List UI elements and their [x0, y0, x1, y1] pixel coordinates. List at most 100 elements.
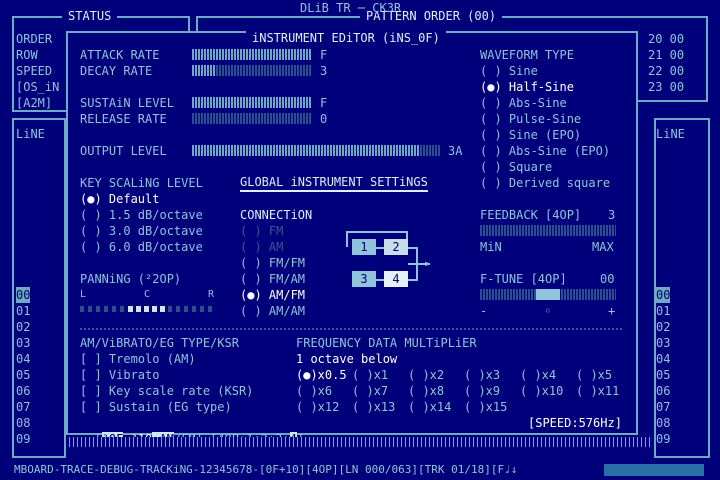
- sustain-level-label: SUSTAiN LEVEL: [80, 96, 174, 110]
- feedback-value: 3: [608, 208, 616, 222]
- right-line-number[interactable]: 06: [656, 383, 670, 399]
- status-row-order: ORDER: [16, 32, 53, 46]
- connection-radio[interactable]: (●) AM/FM: [240, 287, 305, 303]
- freq-mult-current: 1 octave below: [296, 352, 398, 366]
- key-scaling-radio[interactable]: ( ) 6.0 dB/octave: [80, 239, 203, 255]
- freq-mult-radio[interactable]: ( )x10: [520, 383, 563, 399]
- connection-radio[interactable]: ( ) FM/FM: [240, 255, 305, 271]
- waveform-radio[interactable]: ( ) Abs-Sine (EPO): [480, 143, 610, 159]
- right-line-number[interactable]: 04: [656, 351, 670, 367]
- waveform-radio[interactable]: ( ) Derived square: [480, 175, 610, 191]
- right-line-number[interactable]: 08: [656, 415, 670, 431]
- am-vibrato-checkbox[interactable]: [ ] Tremolo (AM): [80, 351, 196, 367]
- freq-mult-radio[interactable]: ( )x13: [352, 399, 395, 415]
- am-vibrato-checkbox[interactable]: [ ] Key scale rate (KSR): [80, 383, 253, 399]
- waveform-radio[interactable]: ( ) Pulse-Sine: [480, 111, 581, 127]
- waveform-radio[interactable]: ( ) Square: [480, 159, 552, 175]
- decay-rate-fill: [192, 65, 216, 76]
- status-row-speed: SPEED: [16, 64, 53, 78]
- right-line-number[interactable]: 01: [656, 303, 670, 319]
- freq-mult-radio[interactable]: ( )x1: [352, 367, 388, 383]
- decay-rate-value: 3: [320, 64, 328, 78]
- right-line-number[interactable]: 07: [656, 399, 670, 415]
- freq-mult-radio[interactable]: ( )x15: [464, 399, 507, 415]
- panning-left: L: [80, 289, 87, 300]
- left-line-number[interactable]: 06: [16, 383, 30, 399]
- status-row-a2m: [A2M]: [16, 96, 53, 110]
- panning-right: R: [208, 289, 215, 300]
- right-line-number[interactable]: 05: [656, 367, 670, 383]
- bottom-status-bar: MBOARD-TRACE-DEBUG-TRACKiNG-12345678-[0F…: [14, 463, 518, 476]
- connection-radio[interactable]: ( ) FM/AM: [240, 271, 305, 287]
- freq-mult-header: FREQUENCY DATA MULTiPLiER: [296, 336, 477, 350]
- fine-tune-label: F-TUNE [4OP]: [480, 272, 567, 286]
- connection-header: CONNECTiON: [240, 208, 313, 222]
- left-line-number[interactable]: 04: [16, 351, 30, 367]
- left-line-number[interactable]: 07: [16, 399, 30, 415]
- am-vibrato-checkbox[interactable]: [ ] Vibrato: [80, 367, 159, 383]
- freq-mult-radio[interactable]: ( )x14: [408, 399, 451, 415]
- waveform-radio[interactable]: ( ) Sine: [480, 63, 538, 79]
- freq-mult-radio[interactable]: ( )x8: [408, 383, 444, 399]
- key-scaling-radio[interactable]: ( ) 3.0 dB/octave: [80, 223, 203, 239]
- left-line-number[interactable]: 08: [16, 415, 30, 431]
- right-line-number[interactable]: 02: [656, 319, 670, 335]
- left-line-number[interactable]: 09: [16, 431, 30, 447]
- connection-radio: ( ) AM: [240, 240, 284, 254]
- freq-mult-radio[interactable]: ( )x6: [296, 383, 332, 399]
- pattern-order-row[interactable]: 21 00: [648, 47, 684, 63]
- release-rate-value: 0: [320, 112, 328, 126]
- waveform-radio[interactable]: ( ) Abs-Sine: [480, 95, 567, 111]
- sustain-level-fill: [192, 97, 312, 108]
- status-header: STATUS: [62, 9, 118, 23]
- key-scaling-radio[interactable]: ( ) 1.5 dB/octave: [80, 207, 203, 223]
- feedback-slider[interactable]: [480, 225, 616, 236]
- section-divider: [80, 328, 624, 330]
- am-vibrato-checkbox[interactable]: [ ] Sustain (EG type): [80, 399, 232, 415]
- right-line-number[interactable]: 09: [656, 431, 670, 447]
- decay-rate-label: DECAY RATE: [80, 64, 153, 78]
- attack-rate-fill: [192, 49, 312, 60]
- freq-mult-radio[interactable]: ( )x5: [576, 367, 612, 383]
- panning-thumb[interactable]: [128, 306, 168, 312]
- waveform-radio[interactable]: (●) Half-Sine: [480, 79, 574, 95]
- waveform-radio[interactable]: ( ) Sine (EPO): [480, 127, 581, 143]
- left-line-number[interactable]: 01: [16, 303, 30, 319]
- speed-indicator: [SPEED:576Hz]: [528, 416, 622, 430]
- output-level-value: 3A: [448, 144, 463, 158]
- freq-mult-radio[interactable]: ( )x11: [576, 383, 619, 399]
- key-scaling-header: KEY SCALiNG LEVEL: [80, 176, 203, 190]
- right-line-label: LiNE: [656, 127, 685, 141]
- left-line-number[interactable]: 03: [16, 335, 30, 351]
- freq-mult-radio[interactable]: ( )x12: [296, 399, 339, 415]
- pattern-order-row[interactable]: 23 00: [648, 79, 684, 95]
- output-level-label: OUTPUT LEVEL: [80, 144, 167, 158]
- fine-tune-value: 00: [600, 272, 615, 286]
- bottom-scroll-area[interactable]: [66, 437, 652, 447]
- left-line-number[interactable]: 05: [16, 367, 30, 383]
- freq-mult-radio[interactable]: ( )x3: [464, 367, 500, 383]
- connection-radio[interactable]: ( ) AM/AM: [240, 303, 305, 319]
- operator-4: 4: [384, 271, 408, 287]
- fine-tune-minus: -: [480, 304, 488, 318]
- sustain-level-value: F: [320, 96, 328, 110]
- freq-mult-radio[interactable]: ( )x7: [352, 383, 388, 399]
- panning-label: PANNiNG (²2OP): [80, 272, 182, 286]
- left-line-number[interactable]: 02: [16, 319, 30, 335]
- pattern-order-row[interactable]: 20 00: [648, 31, 684, 47]
- global-settings-header: GLOBAL iNSTRUMENT SETTiNGS: [240, 175, 428, 192]
- fine-tune-thumb[interactable]: [536, 289, 560, 300]
- freq-mult-radio[interactable]: (●)x0.5: [296, 367, 347, 383]
- freq-mult-radio[interactable]: ( )x9: [464, 383, 500, 399]
- freq-mult-radio[interactable]: ( )x2: [408, 367, 444, 383]
- bottom-scrollbar[interactable]: [604, 464, 704, 476]
- release-rate-slider[interactable]: [192, 113, 312, 124]
- left-line-label: LiNE: [16, 127, 45, 141]
- right-line-number[interactable]: 03: [656, 335, 670, 351]
- right-line-number[interactable]: 00: [656, 287, 671, 303]
- fine-tune-plus: +: [608, 304, 616, 318]
- left-line-number[interactable]: 00: [16, 287, 31, 303]
- pattern-order-row[interactable]: 22 00: [648, 63, 684, 79]
- freq-mult-radio[interactable]: ( )x4: [520, 367, 556, 383]
- key-scaling-radio[interactable]: (●) Default: [80, 191, 159, 207]
